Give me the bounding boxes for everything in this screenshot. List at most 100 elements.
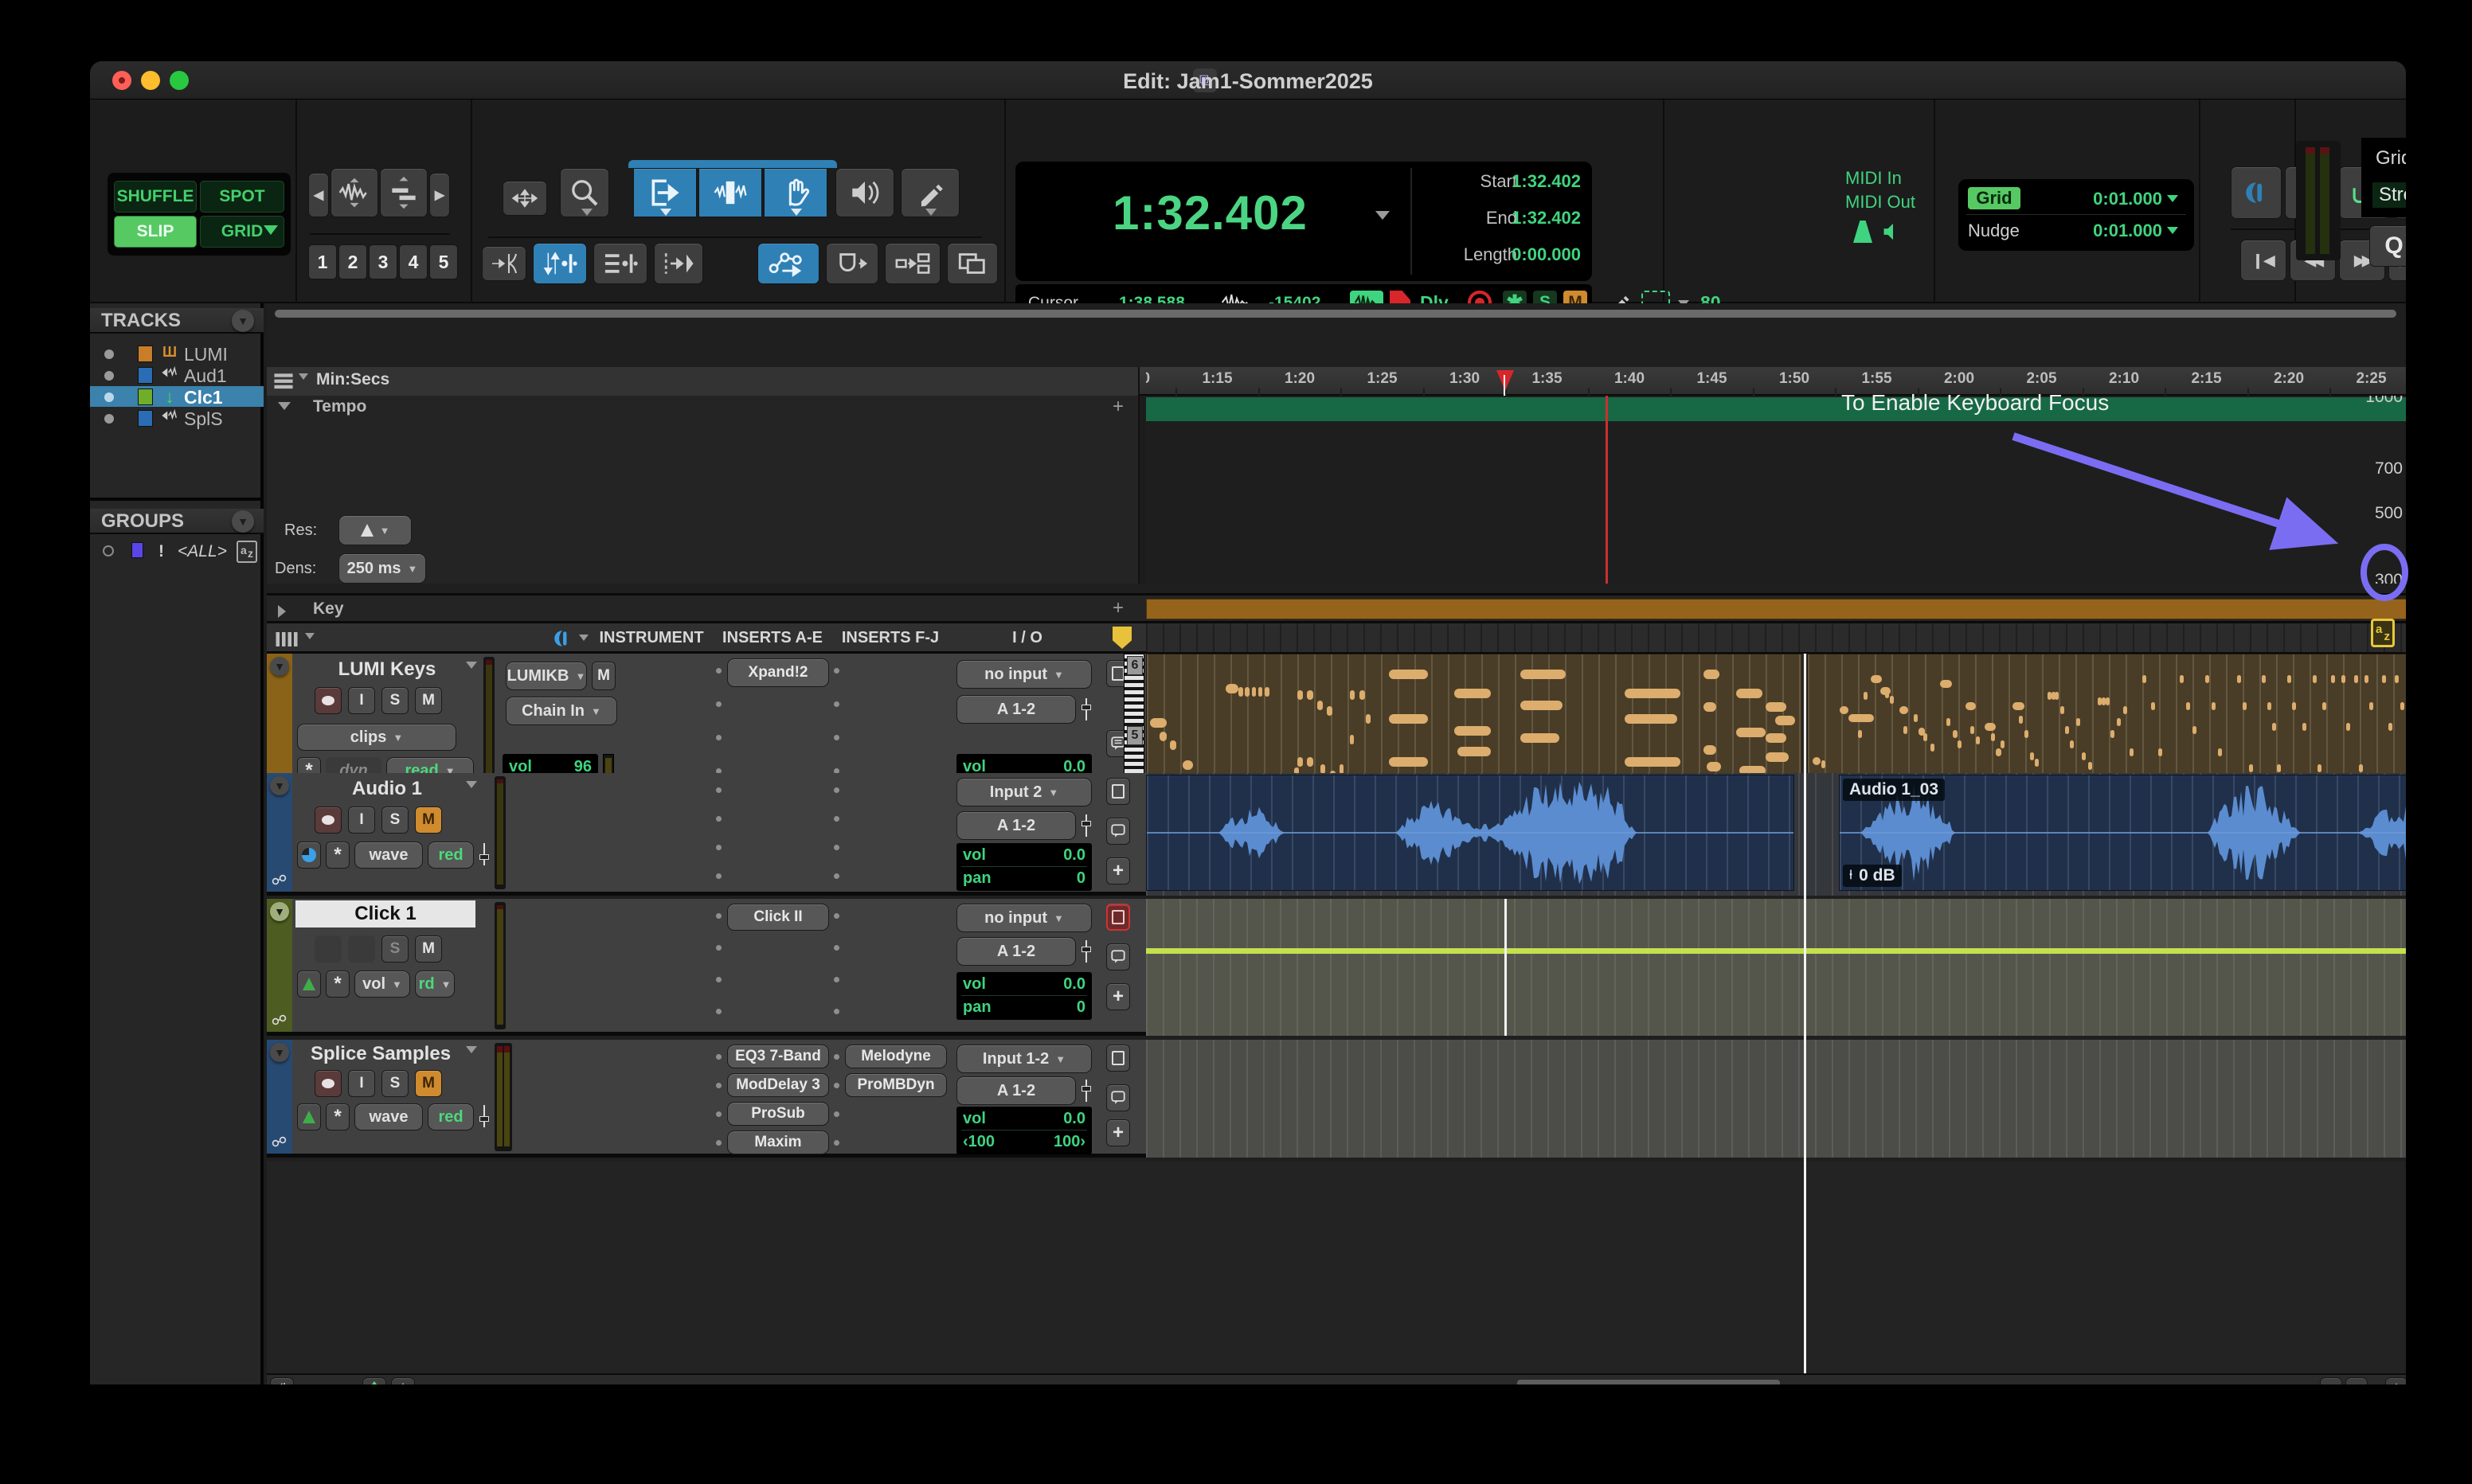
track-show-dot[interactable]: [104, 392, 114, 402]
ruler-label[interactable]: 2:15: [2191, 370, 2221, 388]
group-color-swatch[interactable]: [131, 542, 143, 558]
tempo-res-select[interactable]: ▼: [338, 515, 412, 545]
h-zoom-plus[interactable]: ＋: [2385, 1377, 2407, 1385]
automation-mode-select[interactable]: rd▼: [415, 970, 455, 998]
ruler-label[interactable]: 1:40: [1614, 370, 1645, 388]
track-collapse-button[interactable]: ▼: [270, 657, 289, 676]
zoom-in-button[interactable]: ▶: [429, 173, 450, 217]
ruler-label[interactable]: 2:10: [2109, 370, 2139, 388]
tempo-label[interactable]: Tempo: [313, 397, 366, 416]
track-lane-splice[interactable]: [1146, 1040, 2407, 1158]
track-name-dropdown[interactable]: [466, 1046, 477, 1053]
zoom-out-button[interactable]: ◀: [308, 173, 329, 217]
timebase-dropdown-icon[interactable]: [579, 635, 589, 641]
zoom-preset-3[interactable]: 3: [369, 244, 397, 279]
object-button[interactable]: [1106, 778, 1130, 805]
zoom-preset-2[interactable]: 2: [338, 244, 367, 279]
grid-mode-dropdown-icon[interactable]: [264, 225, 278, 235]
track-show-dot[interactable]: [104, 414, 114, 424]
track-name-label[interactable]: LUMI: [184, 344, 228, 365]
group-row-all[interactable]: ! <ALL> az: [90, 539, 264, 566]
instrument-chain-select[interactable]: Chain In▼: [506, 697, 617, 725]
io-vol-pan[interactable]: vol0.0 ‹100100›: [956, 1107, 1092, 1154]
column-header-inserts-fj[interactable]: INSERTS F-J: [832, 623, 949, 652]
track-color-swatch[interactable]: [138, 346, 153, 362]
nudge-value[interactable]: 0:01.000: [2062, 221, 2162, 241]
selector-tool-button[interactable]: [698, 168, 762, 217]
layered-editing-button[interactable]: [885, 243, 941, 284]
input-monitor-button[interactable]: I: [348, 687, 375, 714]
track-height-dropdown-icon[interactable]: [305, 633, 315, 639]
ruler-dropdown-icon[interactable]: [299, 373, 308, 380]
sidebar-track-aud1[interactable]: Aud1: [90, 365, 264, 385]
tempo-graph-area[interactable]: 1000700500300: [1146, 396, 2407, 584]
zoomer-tool-button[interactable]: [560, 168, 609, 217]
ruler-label[interactable]: 1:30: [1449, 370, 1480, 388]
ruler-label[interactable]: 2:20: [2274, 370, 2304, 388]
h-scroll-thumb[interactable]: [1517, 1380, 1780, 1385]
counter-dropdown-icon[interactable]: [1375, 211, 1390, 220]
grid-value-label[interactable]: Grid: [1968, 187, 2020, 209]
io-vol-pan[interactable]: vol0.0 pan0: [956, 972, 1092, 1020]
timeline-overview-scrollbar[interactable]: [275, 310, 2396, 318]
track-name-label[interactable]: SplS: [184, 408, 223, 430]
track-show-dot[interactable]: [104, 350, 114, 359]
insertion-follows-playback-button[interactable]: [654, 243, 703, 284]
ruler-label[interactable]: 1:45: [1696, 370, 1727, 388]
timebase-clock-icon[interactable]: [552, 628, 573, 649]
key-add-button[interactable]: +: [1113, 597, 1124, 619]
track-name-selected-bg[interactable]: Click 1: [295, 900, 475, 928]
output-fader-icon[interactable]: [1081, 1080, 1092, 1102]
track-view-select[interactable]: vol▼: [354, 970, 410, 998]
io-input-select[interactable]: Input 1-2▼: [956, 1045, 1092, 1073]
record-enable-button[interactable]: [315, 806, 342, 834]
elastic-audio-button[interactable]: *: [326, 1103, 350, 1131]
track-collapse-button[interactable]: ▼: [270, 1043, 289, 1062]
tempo-expand-icon[interactable]: [278, 402, 291, 410]
voice-button[interactable]: [297, 970, 321, 998]
track-link-icon[interactable]: [272, 1013, 287, 1026]
ruler-label[interactable]: 2:00: [1944, 370, 1974, 388]
ruler-name[interactable]: Min:Secs: [316, 370, 389, 389]
start-value[interactable]: 1:32.402: [1461, 171, 1581, 192]
main-counter[interactable]: 1:32.402: [1113, 186, 1308, 240]
solo-button[interactable]: S: [381, 687, 409, 714]
group-name[interactable]: <ALL>: [178, 542, 227, 561]
track-collapse-button[interactable]: ▼: [270, 902, 289, 921]
audio-clip-2[interactable]: Audio 1_03 ⍿0 dB: [1839, 775, 2407, 891]
strength-label[interactable]: Strength: [2372, 182, 2407, 208]
track-view-select[interactable]: wave: [354, 842, 423, 869]
insert-button-xpand-2[interactable]: Xpand!2: [727, 658, 829, 687]
ruler-label[interactable]: 2:05: [2026, 370, 2056, 388]
scrubber-tool-button[interactable]: [835, 168, 894, 217]
solo-button[interactable]: S: [381, 935, 409, 963]
track-name-splice[interactable]: Splice Samples: [299, 1043, 463, 1065]
tracks-menu-button[interactable]: ▼: [232, 310, 254, 332]
nudge-value-label[interactable]: Nudge: [1968, 221, 2020, 241]
metronome-icon[interactable]: [1853, 221, 1872, 243]
instrument-mute-button[interactable]: M: [592, 662, 616, 690]
io-input-select[interactable]: no input▼: [956, 904, 1092, 932]
automation-follows-edit-button[interactable]: [757, 243, 819, 284]
insert-button-eq3-7-band[interactable]: EQ3 7-Band: [727, 1045, 829, 1068]
tab-to-transient-button[interactable]: [482, 246, 526, 281]
tempo-dens-select[interactable]: 250 ms▼: [338, 553, 426, 584]
track-lane-audio1[interactable]: Audio 1_03 ⍿0 dB: [1146, 773, 2407, 896]
scroll-home-button[interactable]: ⏴|: [270, 1377, 294, 1385]
zoom-preset-4[interactable]: 4: [399, 244, 428, 279]
input-monitor-button[interactable]: I: [348, 1070, 375, 1097]
track-name-label[interactable]: Aud1: [184, 365, 227, 387]
midi-speaker-icon[interactable]: [1882, 221, 1904, 243]
timebase-button[interactable]: [297, 842, 321, 869]
insert-button-click-ii[interactable]: Click II: [727, 904, 829, 931]
ruler-label[interactable]: 1:35: [1531, 370, 1562, 388]
h-scroll-right[interactable]: ▶: [2345, 1377, 2368, 1385]
track-link-icon[interactable]: [272, 873, 287, 886]
input-monitor-button[interactable]: I: [348, 806, 375, 834]
ruler-label[interactable]: 2:25: [2356, 370, 2386, 388]
mute-button[interactable]: M: [415, 935, 442, 963]
record-enable-button[interactable]: [315, 687, 342, 714]
io-vol-pan[interactable]: vol0.0 pan0: [956, 843, 1092, 891]
h-scroll-left[interactable]: ◀: [2320, 1377, 2342, 1385]
io-output-select[interactable]: A 1-2: [956, 811, 1076, 840]
